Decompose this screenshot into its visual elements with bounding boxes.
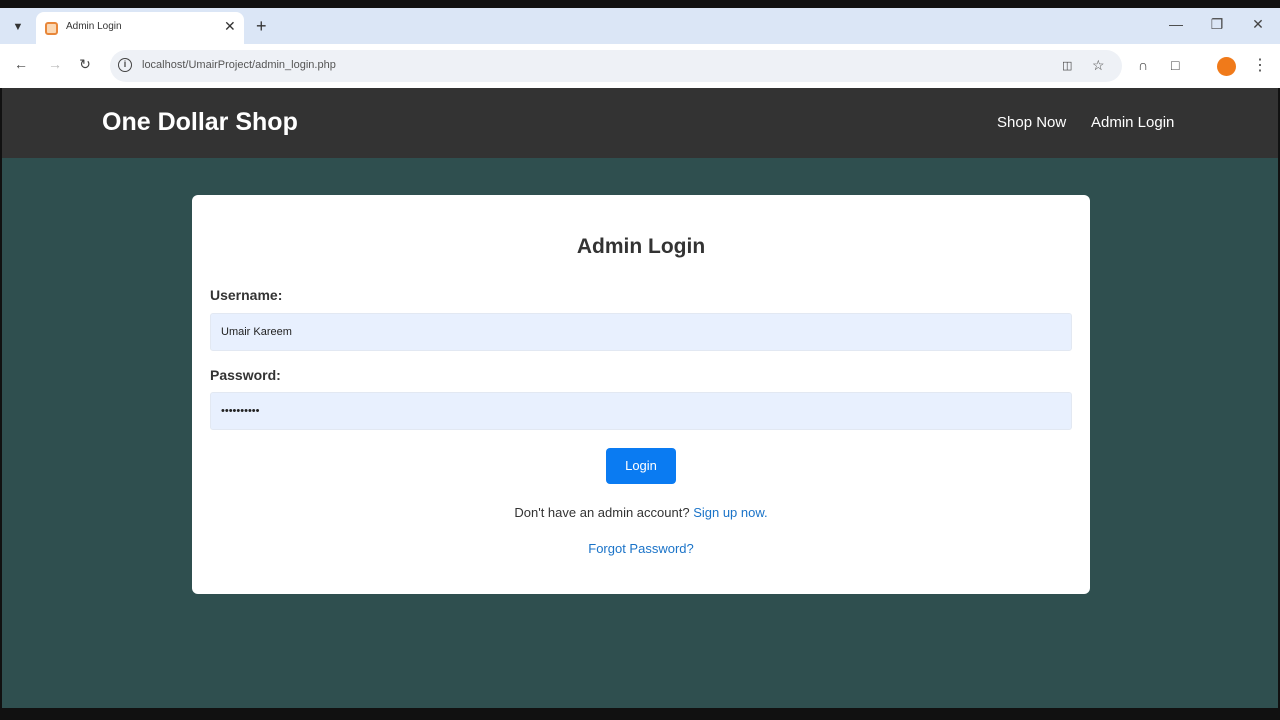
window-close-icon[interactable]: ✕ bbox=[1248, 16, 1268, 33]
url-text[interactable]: localhost/UmairProject/admin_login.php bbox=[142, 59, 336, 71]
window-top-edge bbox=[0, 0, 1280, 8]
signup-prompt: Don't have an admin account? Sign up now… bbox=[192, 505, 1090, 520]
signup-link[interactable]: Sign up now. bbox=[693, 505, 767, 520]
site-header: One Dollar Shop Shop Now Admin Login bbox=[2, 88, 1278, 158]
back-icon[interactable]: ← bbox=[11, 56, 31, 72]
restore-icon[interactable]: ❐ bbox=[1207, 16, 1227, 33]
performance-icon[interactable]: ∩ bbox=[1138, 57, 1148, 73]
minimize-icon[interactable]: — bbox=[1166, 16, 1186, 32]
username-label: Username: bbox=[210, 287, 283, 303]
login-card: Admin Login Username: Umair Kareem Passw… bbox=[192, 195, 1090, 594]
nav-admin-login[interactable]: Admin Login bbox=[1091, 114, 1174, 131]
tab-strip: ▼ Admin Login ✕ + — ❐ ✕ bbox=[0, 8, 1280, 44]
profile-avatar[interactable] bbox=[1217, 57, 1236, 76]
menu-icon[interactable]: ⋮ bbox=[1252, 55, 1268, 75]
browser-tab[interactable]: Admin Login ✕ bbox=[36, 12, 244, 44]
page-viewport: One Dollar Shop Shop Now Admin Login Adm… bbox=[2, 88, 1278, 708]
signup-prompt-text: Don't have an admin account? bbox=[514, 505, 694, 520]
favicon-icon bbox=[45, 22, 58, 35]
translate-icon[interactable]: ◫ bbox=[1062, 59, 1072, 72]
site-brand[interactable]: One Dollar Shop bbox=[102, 108, 298, 137]
reload-icon[interactable]: ↻ bbox=[75, 56, 95, 73]
site-info-icon[interactable]: i bbox=[118, 58, 132, 72]
new-tab-button[interactable]: + bbox=[256, 16, 267, 37]
address-bar[interactable]: i localhost/UmairProject/admin_login.php… bbox=[110, 50, 1122, 82]
extensions-icon[interactable]: □ bbox=[1171, 57, 1179, 73]
username-input[interactable]: Umair Kareem bbox=[210, 313, 1072, 351]
password-label: Password: bbox=[210, 367, 281, 383]
bookmark-star-icon[interactable]: ☆ bbox=[1092, 57, 1105, 74]
password-input[interactable]: •••••••••• bbox=[210, 392, 1072, 430]
forward-icon: → bbox=[48, 56, 62, 72]
close-tab-icon[interactable]: ✕ bbox=[224, 18, 236, 35]
browser-toolbar: ← → ↻ i localhost/UmairProject/admin_log… bbox=[0, 44, 1280, 88]
tab-search-icon[interactable]: ▼ bbox=[8, 18, 28, 36]
nav-shop-now[interactable]: Shop Now bbox=[997, 114, 1066, 131]
forgot-password-link[interactable]: Forgot Password? bbox=[192, 541, 1090, 556]
login-button[interactable]: Login bbox=[606, 448, 676, 484]
tab-title: Admin Login bbox=[66, 21, 122, 32]
window-bottom-edge bbox=[0, 708, 1280, 720]
login-title: Admin Login bbox=[576, 235, 706, 258]
